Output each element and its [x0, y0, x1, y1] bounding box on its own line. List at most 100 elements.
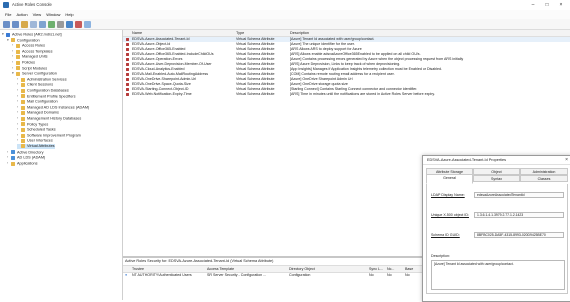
tree-node-label: Policy Types	[27, 122, 49, 127]
tree-node[interactable]: › Access Rules	[12, 43, 45, 48]
folder-icon	[21, 94, 25, 99]
x500-oid-field[interactable]: 1.3.6.1.4.1.3979.2.77.1.2.1423	[474, 212, 564, 218]
virtual-attribute-icon	[126, 72, 130, 77]
column-type[interactable]: Type	[236, 31, 244, 35]
virtual-attribute-icon	[126, 52, 130, 57]
tree-node[interactable]: › Managed AD LDS Instances (ADAM)	[17, 105, 89, 110]
export-icon[interactable]	[57, 20, 64, 28]
tab-administration[interactable]: Administration	[520, 168, 568, 175]
tree-node[interactable]: › Configuration Databases	[17, 88, 69, 93]
tree-node-label: Virtual Attributes	[27, 144, 55, 148]
tree-node[interactable]: › Managed Domains	[17, 110, 59, 116]
menu-action[interactable]: Action	[16, 12, 27, 17]
folder-icon	[21, 111, 25, 116]
tree-node[interactable]: › Software Improvement Program	[17, 133, 81, 138]
tree-node[interactable]: Virtual Attributes	[17, 144, 55, 150]
menu-window[interactable]: Window	[46, 12, 60, 17]
show-tree-icon[interactable]	[30, 20, 37, 28]
tab-syntax[interactable]: Syntax	[473, 175, 520, 182]
object-cell: Configuration	[289, 272, 311, 277]
tree-node[interactable]: ▾ Configuration	[7, 38, 40, 43]
description-field[interactable]: [Azure] Tenant Id associated with user/g…	[431, 260, 565, 290]
tree-node[interactable]: › Policies	[12, 60, 35, 65]
tree-node-label: Configuration Databases	[27, 88, 69, 93]
filter-icon[interactable]	[84, 20, 91, 28]
properties-icon[interactable]	[39, 20, 46, 28]
tree-node[interactable]: › AD LDS (ADAM)	[7, 155, 45, 160]
tree-node-label: Script Modules	[22, 66, 48, 71]
column-nc[interactable]: Nc...	[387, 267, 394, 271]
folder-icon	[16, 49, 20, 54]
security-row[interactable]: ● NT AUTHORITY\Authenticated Users SR Se…	[123, 272, 453, 278]
menu-help[interactable]: Help	[65, 12, 73, 17]
tree-node[interactable]: › Scheduled Tasks	[17, 127, 56, 132]
tree-node-label: Software Improvement Program	[27, 133, 81, 138]
tree-node[interactable]: ▾ Server Configuration	[12, 71, 57, 76]
virtual-attribute-icon	[126, 37, 130, 42]
list-row[interactable]: EDSVA-Web-Notification-Expiry-Time Virtua…	[123, 92, 570, 97]
tree-node[interactable]: › Access Templates	[12, 49, 53, 54]
dialog-tabs: Attribute Storage Object Administration …	[426, 168, 568, 184]
tree-node[interactable]: › Management History Databases	[17, 116, 81, 121]
column-base[interactable]: Base	[405, 267, 413, 271]
column-description[interactable]: Description	[290, 31, 309, 35]
properties-dialog: EDSVA-Azure-Associated-Tenant-Id Propert…	[422, 155, 570, 302]
minimize-icon[interactable]: –	[526, 0, 540, 10]
console-tree: ▾ Active Roles [AR2.mdrs1.net] ▾ Configurat…	[0, 30, 123, 300]
folder-icon	[16, 55, 20, 60]
tab-general[interactable]: General	[426, 174, 473, 184]
tree-node-label: Scheduled Tasks	[27, 127, 56, 132]
users-icon: ●	[125, 272, 128, 277]
menu-file[interactable]: File	[5, 12, 11, 17]
tree-node-label: Administration Services	[27, 77, 67, 82]
folder-icon	[21, 127, 25, 132]
nc-cell: No	[387, 272, 392, 277]
tree-node[interactable]: › Managed Units	[12, 54, 48, 60]
delete-icon[interactable]	[75, 20, 82, 28]
back-icon[interactable]	[3, 20, 10, 28]
virtual-attribute-icon	[126, 92, 130, 97]
tree-node[interactable]: ▾ Active Roles [AR2.mdrs1.net]	[2, 32, 62, 37]
description-cell: [ARS] Time in minutes until the notifica…	[290, 92, 435, 96]
column-access-template[interactable]: Access Template	[207, 267, 234, 271]
tree-node-label: Access Templates	[22, 49, 53, 54]
tree-node[interactable]: › Client Sessions	[17, 82, 53, 88]
app-icon	[3, 2, 9, 8]
virtual-attribute-icon	[126, 87, 130, 92]
forward-icon[interactable]	[12, 20, 19, 28]
folder-icon	[11, 38, 15, 43]
maximize-icon[interactable]: □	[540, 0, 554, 10]
general-tab-panel: LDAP Display Name: edsvaAzureAssociatedT…	[426, 184, 568, 294]
tree-node[interactable]: › Entitlement Profile Specifiers	[17, 94, 76, 99]
refresh-icon[interactable]	[48, 20, 55, 28]
folder-icon	[21, 133, 25, 138]
ldap-display-name-field[interactable]: edsvaAzureAssociatedTenantId	[474, 192, 564, 198]
tab-object[interactable]: Object	[473, 168, 520, 175]
up-folder-icon[interactable]	[21, 20, 28, 28]
virtual-attribute-icon	[126, 47, 130, 52]
schema-guid-field[interactable]: 8BFBC025-DA5F-4315-8993-020D9425BE70	[474, 232, 564, 238]
tree-node[interactable]: › Script Modules	[12, 66, 47, 71]
tree-node[interactable]: › Administration Services	[17, 77, 67, 82]
column-directory-object[interactable]: Directory Object	[289, 267, 315, 271]
tree-node[interactable]: › Applications	[7, 161, 37, 166]
tab-classes[interactable]: Classes	[520, 175, 568, 182]
close-icon[interactable]: ×	[554, 0, 568, 10]
tree-node-label: Managed AD LDS Instances (ADAM)	[27, 105, 90, 110]
column-sync[interactable]: Sync L...	[369, 267, 383, 271]
tree-node[interactable]: › User Interfaces	[17, 138, 53, 144]
tree-node[interactable]: › Mail Configuration	[17, 99, 58, 104]
column-trustee[interactable]: Trustee	[132, 267, 144, 271]
menu-view[interactable]: View	[33, 12, 42, 17]
trustee-cell: NT AUTHORITY\Authenticated Users	[132, 272, 192, 277]
tree-node-label: Management History Databases	[27, 116, 82, 121]
folder-icon	[16, 60, 20, 65]
folder-icon	[21, 139, 25, 144]
schema-guid-label: Schema ID GUID:	[431, 233, 460, 237]
column-name[interactable]: Name	[132, 31, 142, 35]
tree-node[interactable]: › Active Directory	[7, 150, 44, 155]
tree-node[interactable]: › Policy Types	[17, 122, 48, 127]
server-icon	[6, 32, 10, 37]
help-icon[interactable]	[66, 20, 73, 28]
dialog-close-icon[interactable]: ×	[565, 157, 568, 163]
